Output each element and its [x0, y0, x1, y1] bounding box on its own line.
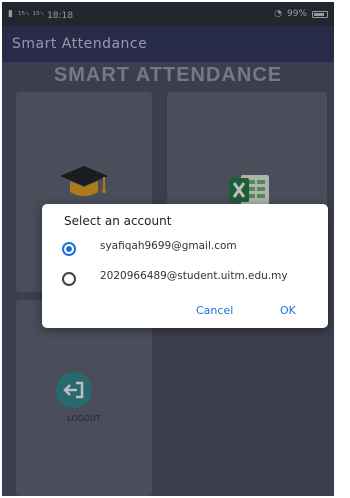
dialog-title: Select an account [64, 214, 172, 228]
account-picker-dialog: Select an account syafiqah9699@gmail.com… [42, 204, 328, 328]
account-option[interactable]: syafiqah9699@gmail.com [62, 240, 312, 256]
ok-button[interactable]: OK [280, 304, 296, 317]
account-option[interactable]: 2020966489@student.uitm.edu.my [62, 270, 312, 286]
radio-unselected[interactable] [62, 272, 76, 286]
phone-screen: ▮ ¹⁵⸌ ¹⁵⸌ 18:18 ◔ 99% Smart Attendance S… [2, 2, 334, 496]
radio-selected[interactable] [62, 242, 76, 256]
cancel-button[interactable]: Cancel [196, 304, 233, 317]
account-email: 2020966489@student.uitm.edu.my [100, 270, 288, 282]
account-email: syafiqah9699@gmail.com [100, 240, 237, 252]
